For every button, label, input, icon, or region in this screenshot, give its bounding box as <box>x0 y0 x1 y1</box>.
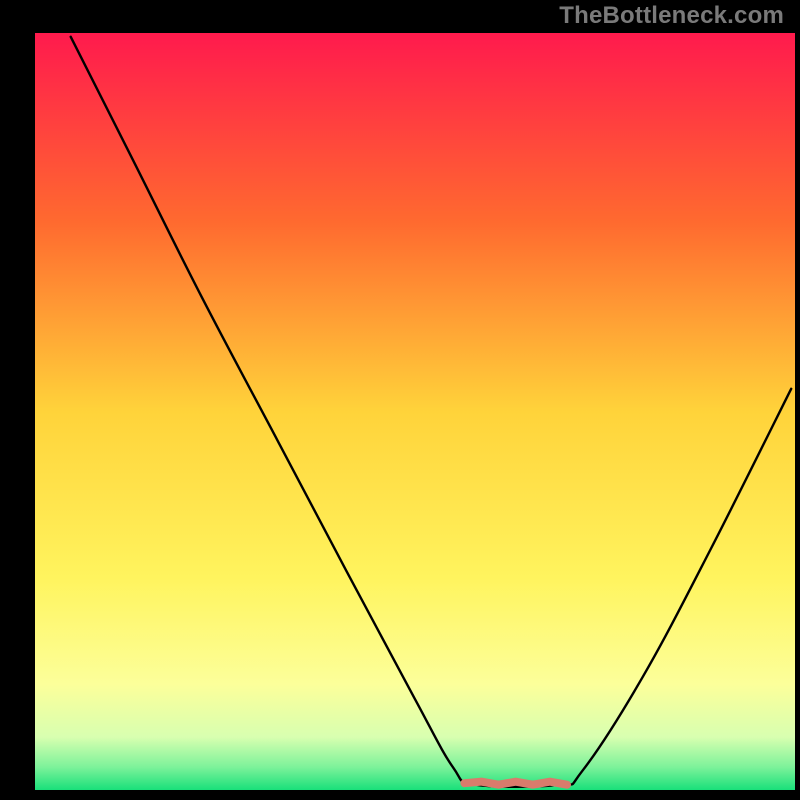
plot-background <box>35 33 795 790</box>
bottleneck-chart <box>0 0 800 800</box>
chart-container: TheBottleneck.com <box>0 0 800 800</box>
watermark-text: TheBottleneck.com <box>559 2 784 30</box>
optimal-range-marker <box>464 782 567 785</box>
